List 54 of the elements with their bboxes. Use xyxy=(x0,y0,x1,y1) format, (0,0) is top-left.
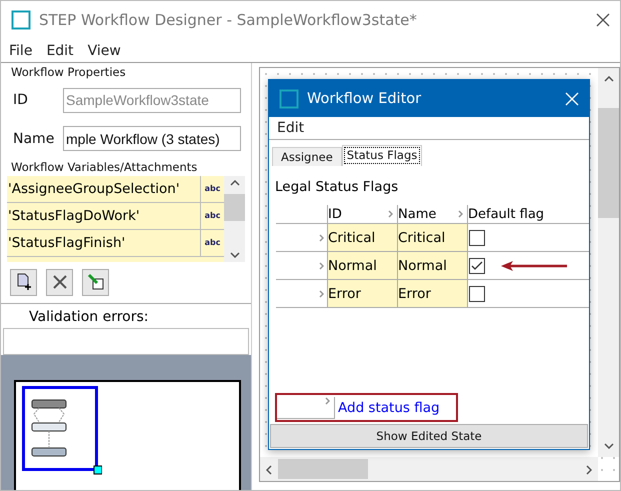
section-title: Workflow Variables/Attachments xyxy=(10,158,198,176)
chevron-right-icon[interactable] xyxy=(586,464,592,474)
table-cell: Normal xyxy=(398,252,468,280)
validation-label: Validation errors: xyxy=(28,308,150,327)
variable-name[interactable]: 'StatusFlagFinish' xyxy=(7,230,201,256)
delete-button[interactable] xyxy=(46,268,73,296)
chevron-down-icon[interactable] xyxy=(604,443,614,449)
type-label: abc xyxy=(204,236,222,249)
table-cell: Critical xyxy=(398,224,468,252)
text-field[interactable]: mple Workflow (3 states) xyxy=(63,126,241,152)
edit-button[interactable] xyxy=(82,268,109,296)
pen-icon xyxy=(86,273,104,292)
chevron-down-icon[interactable] xyxy=(230,252,240,258)
chevron-up-icon[interactable] xyxy=(230,180,240,186)
show-edited-state-button[interactable]: Show Edited State xyxy=(270,424,588,448)
section-title: Legal Status Flags xyxy=(274,178,400,197)
field-label: ID xyxy=(13,92,29,108)
header-cell xyxy=(276,205,328,224)
add-document-icon xyxy=(16,273,32,292)
table-cell: Critical xyxy=(328,224,398,252)
variable-name[interactable]: 'AssigneeGroupSelection' xyxy=(7,176,201,202)
scrollbar-thumb[interactable] xyxy=(598,108,619,218)
close-icon[interactable] xyxy=(596,13,610,27)
app-logo-icon xyxy=(11,10,31,30)
table-cell: Error xyxy=(328,280,398,308)
add-document-button[interactable] xyxy=(10,268,37,296)
type-label: abc xyxy=(204,182,222,195)
menu-item[interactable]: Edit xyxy=(46,42,74,58)
chevron-up-icon[interactable] xyxy=(604,76,614,82)
column-header[interactable]: Default flag xyxy=(468,205,589,224)
add-status-flag-link[interactable]: Add status flag xyxy=(335,400,440,416)
table-cell: Error xyxy=(398,280,468,308)
table-cell: Normal xyxy=(328,252,398,280)
menu-item[interactable]: Edit xyxy=(277,120,304,136)
checkbox[interactable] xyxy=(469,286,485,302)
workflow-overview-drawing[interactable] xyxy=(22,386,102,476)
delete-icon xyxy=(52,274,68,290)
chevron-left-icon[interactable] xyxy=(266,464,272,474)
tab[interactable]: Status Flags xyxy=(342,145,422,166)
app-logo-icon xyxy=(279,88,299,108)
dialog-title: Workflow Editor xyxy=(307,90,422,106)
type-label: abc xyxy=(204,210,222,222)
variable-name[interactable]: 'StatusFlagDoWork' xyxy=(7,202,201,229)
menu-item[interactable]: File xyxy=(9,42,32,58)
scrollbar-thumb[interactable] xyxy=(224,194,245,222)
window-title: STEP Workflow Designer - SampleWorkflow3state* xyxy=(39,11,418,29)
arrow-annotation xyxy=(501,260,567,270)
checkbox[interactable] xyxy=(469,258,485,274)
scrollbar-thumb[interactable] xyxy=(278,459,368,479)
tab[interactable]: Assignee xyxy=(272,147,342,166)
section-title: Workflow Properties xyxy=(10,64,127,81)
menu-item[interactable]: View xyxy=(88,42,121,58)
field-label: Name xyxy=(13,130,56,147)
checkbox[interactable] xyxy=(469,230,485,246)
